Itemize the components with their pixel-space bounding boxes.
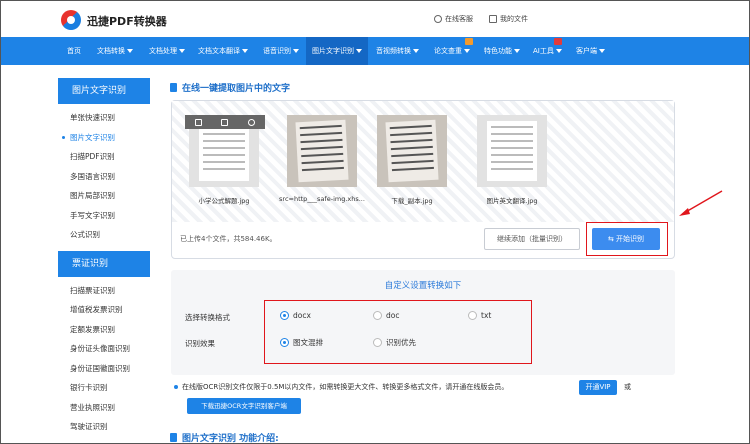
- chevron-down-icon: [179, 49, 185, 53]
- notice-or-text: 或: [624, 383, 631, 391]
- new-badge-icon: [465, 38, 473, 45]
- nav-item-translate[interactable]: 文档文本翻译: [192, 37, 254, 65]
- nav-item-ai[interactable]: AI工具: [527, 37, 568, 65]
- chevron-down-icon: [555, 49, 562, 53]
- format-label: 选择转换格式: [185, 313, 230, 322]
- sidebar-item-vat-invoice[interactable]: 增值税发票识别: [58, 300, 150, 320]
- sidebar-item-id-back[interactable]: 身份证国徽面识别: [58, 359, 150, 379]
- sidebar-item-single-ocr[interactable]: 单张快速识别: [58, 108, 150, 128]
- hot-badge-icon: [554, 38, 562, 45]
- nav-item-home[interactable]: 首页: [59, 37, 89, 65]
- highlight-box: [586, 222, 668, 256]
- chevron-down-icon: [356, 49, 362, 53]
- my-files-label: 我的文件: [500, 15, 528, 23]
- chevron-down-icon: [293, 49, 299, 53]
- file-card[interactable]: 下载_副本.jpg: [372, 115, 452, 205]
- nav-item-doc-convert[interactable]: 文档转换: [91, 37, 139, 65]
- sidebar-section-title: 图片文字识别: [58, 78, 150, 104]
- bullet-icon: [174, 385, 178, 389]
- sidebar-item-bank-card[interactable]: 银行卡识别: [58, 378, 150, 398]
- nav-item-doc-process[interactable]: 文档处理: [143, 37, 191, 65]
- chevron-down-icon: [413, 49, 419, 53]
- sidebar-item-id-front[interactable]: 身份证头像面识别: [58, 339, 150, 359]
- continue-add-button[interactable]: 继续添加（批量识别）: [484, 228, 580, 250]
- nav-item-ocr[interactable]: 图片文字识别: [306, 37, 368, 65]
- file-name: 小学公式解题.jpg: [198, 197, 250, 205]
- chevron-down-icon: [242, 49, 248, 53]
- file-name: 下载_副本.jpg: [391, 197, 433, 205]
- main-nav: 首页 文档转换 文档处理 文档文本翻译 语音识别 图片文字识别 音视频转换 论文…: [1, 37, 749, 65]
- nav-item-label: 语音识别: [263, 47, 291, 55]
- nav-item-label: 客户端: [576, 47, 597, 55]
- my-files-link[interactable]: 我的文件: [489, 14, 528, 24]
- sidebar-item-partial[interactable]: 图片局部识别: [58, 186, 150, 206]
- document-icon: [170, 83, 177, 92]
- brand-name[interactable]: 迅捷PDF转换器: [87, 13, 167, 29]
- file-card-toolbar: [185, 115, 265, 129]
- intro-title: 图片文字识别 功能介绍:: [170, 431, 279, 444]
- file-thumbnail: [377, 115, 447, 187]
- brand-logo-icon[interactable]: [61, 10, 81, 30]
- sidebar-item-scan-ticket[interactable]: 扫描票证识别: [58, 281, 150, 301]
- sidebar-item-image-ocr[interactable]: 图片文字识别: [58, 128, 150, 148]
- online-service-link[interactable]: 在线客服: [434, 14, 473, 24]
- nav-item-label: 文档转换: [97, 47, 125, 55]
- file-name: src=http___safe-img.xhs...: [279, 195, 365, 203]
- sidebar-item-driver[interactable]: 驾驶证识别: [58, 417, 150, 437]
- effect-label: 识别效果: [185, 339, 215, 348]
- notice-text: 在线版OCR识别文件仅限于0.5M以内文件，如需转换更大文件、转换更多格式文件，…: [182, 383, 509, 391]
- page-title: 在线一键提取图片中的文字: [170, 81, 290, 94]
- chevron-down-icon: [599, 49, 605, 53]
- nav-item-label: 文档处理: [149, 47, 177, 55]
- intro-title-text: 图片文字识别 功能介绍:: [182, 434, 279, 444]
- nav-item-label: 音视频转换: [376, 47, 411, 55]
- sidebar-item-multilang[interactable]: 多国语言识别: [58, 167, 150, 187]
- chevron-down-icon: [127, 49, 133, 53]
- nav-item-label: 论文查重: [434, 47, 462, 55]
- top-header: 迅捷PDF转换器 在线客服 我的文件: [1, 1, 749, 37]
- nav-item-plagiarism[interactable]: 论文查重: [428, 37, 476, 65]
- sidebar-item-handwriting[interactable]: 手写文字识别: [58, 206, 150, 226]
- rotate-icon[interactable]: [194, 118, 202, 126]
- nav-item-client[interactable]: 客户端: [570, 37, 611, 65]
- nav-item-av[interactable]: 音视频转换: [370, 37, 425, 65]
- highlight-box: [264, 300, 532, 364]
- nav-item-label: 图片文字识别: [312, 47, 354, 55]
- upload-summary: 已上传4个文件，共584.46K。: [180, 235, 277, 243]
- notice-line: 在线版OCR识别文件仅限于0.5M以内文件，如需转换更大文件、转换更多格式文件，…: [174, 382, 508, 392]
- sidebar: 图片文字识别 单张快速识别 图片文字识别 扫描PDF识别 多国语言识别 图片局部…: [58, 78, 150, 437]
- nav-item-speech[interactable]: 语音识别: [257, 37, 305, 65]
- online-service-label: 在线客服: [445, 15, 473, 23]
- nav-item-features[interactable]: 特色功能: [478, 37, 526, 65]
- file-card[interactable]: 图片英文翻译.jpg: [472, 115, 552, 205]
- chevron-down-icon: [464, 49, 470, 53]
- headset-icon: [434, 15, 442, 23]
- page: 迅捷PDF转换器 在线客服 我的文件 首页 文档转换 文档处理 文档文本翻译 语…: [0, 0, 750, 444]
- nav-item-label: 首页: [67, 47, 81, 55]
- page-title-text: 在线一键提取图片中的文字: [182, 84, 291, 94]
- download-client-button[interactable]: 下载迅捷OCR文字识别客户端: [187, 398, 301, 414]
- crop-icon[interactable]: [221, 118, 229, 126]
- file-thumbnail: [287, 115, 357, 187]
- close-icon[interactable]: [248, 118, 256, 126]
- file-card[interactable]: src=http___safe-img.xhs...: [277, 115, 367, 203]
- sidebar-item-scan-pdf[interactable]: 扫描PDF识别: [58, 147, 150, 167]
- nav-item-label: 特色功能: [484, 47, 512, 55]
- document-icon: [170, 433, 177, 442]
- nav-item-label: AI工具: [533, 47, 554, 55]
- sidebar-item-quota-invoice[interactable]: 定额发票识别: [58, 320, 150, 340]
- nav-item-label: 文档文本翻译: [198, 47, 240, 55]
- sidebar-item-formula[interactable]: 公式识别: [58, 225, 150, 245]
- chevron-down-icon: [514, 49, 520, 53]
- open-vip-button[interactable]: 开通VIP: [579, 380, 617, 395]
- file-thumbnail: [477, 115, 547, 187]
- sidebar-item-license[interactable]: 营业执照识别: [58, 398, 150, 418]
- file-name: 图片英文翻译.jpg: [486, 197, 538, 205]
- settings-title: 自定义设置转换如下: [384, 281, 462, 291]
- sidebar-section-title: 票证识别: [58, 250, 150, 277]
- file-icon: [489, 15, 497, 23]
- arrow-icon: [679, 190, 723, 216]
